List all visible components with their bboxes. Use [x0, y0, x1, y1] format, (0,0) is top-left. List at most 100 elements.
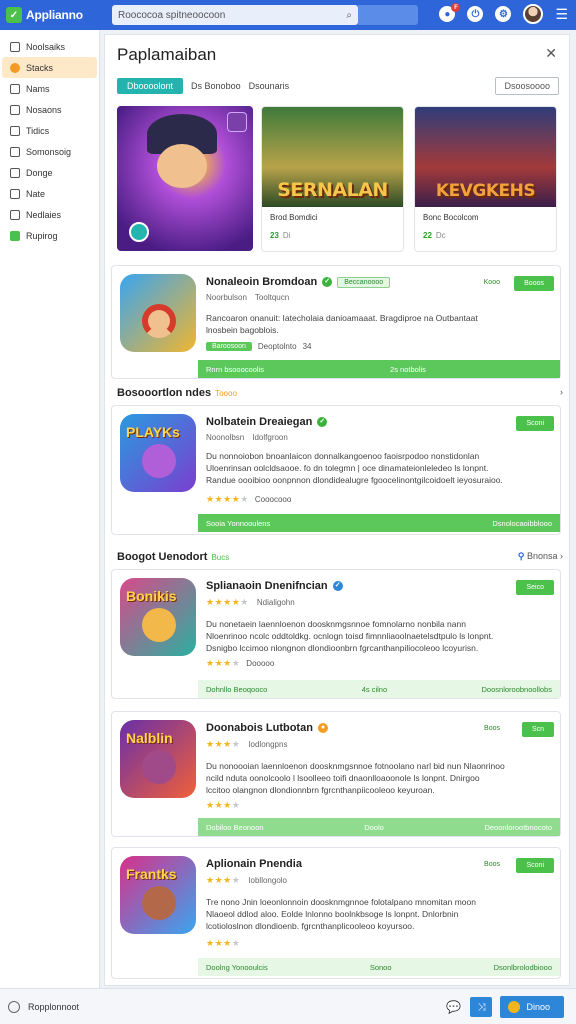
- chat-icon[interactable]: 💬: [444, 998, 462, 1016]
- power-icon[interactable]: ⏻: [467, 6, 484, 22]
- mascot-art: [142, 444, 176, 478]
- avatar[interactable]: [523, 4, 544, 24]
- status-right: Deoonlorootbnocoto: [484, 822, 552, 832]
- tab-2[interactable]: Ds Bonoboo: [191, 81, 241, 91]
- sidebar-item-3[interactable]: Nosaons: [2, 99, 97, 120]
- install-button[interactable]: Sconi: [516, 858, 554, 873]
- app-icon: Nalblin: [120, 720, 196, 798]
- sidebar-item-1[interactable]: Stacks: [2, 57, 97, 78]
- featured-card-art: SERNALAN: [262, 107, 403, 207]
- rating-stars: ★★★★: [206, 739, 241, 749]
- app-card[interactable]: PLAYKs Nolbatein Dreaiegan ✓ Noonolbsn Id…: [111, 405, 561, 535]
- shuffle-icon[interactable]: ⤨: [470, 997, 493, 1017]
- status-left: Dobiloo Beonoon: [206, 822, 264, 832]
- tab-active[interactable]: Dboooolont: [117, 78, 184, 94]
- app-icon: Frantks: [120, 856, 196, 934]
- coin-icon: [508, 1001, 521, 1013]
- app-developer: Iodlongpns: [248, 740, 288, 749]
- tab-3[interactable]: Dsounaris: [249, 81, 290, 91]
- close-icon[interactable]: ✕: [545, 45, 557, 62]
- rating-label: Dooooo: [246, 659, 275, 668]
- flag-icon: [10, 230, 20, 241]
- section-header: Boogot Uenodort Bucs ⚲ Bnonsa ›: [117, 551, 563, 563]
- featured-hero-image[interactable]: [117, 106, 253, 251]
- section-right-label[interactable]: Bnonsa: [527, 551, 558, 561]
- app-meta-count: 34: [302, 342, 312, 351]
- app-icon-logo: Nalblin: [126, 730, 173, 746]
- app-name: Nonaleoin Bromdoan: [206, 276, 318, 288]
- verified-icon: ✓: [332, 581, 343, 591]
- search-placeholder: Roococoa spitneoocoon: [118, 9, 226, 21]
- status-right: Doosnloroobnoollobs: [481, 684, 552, 694]
- corner-badge-icon: [227, 112, 247, 132]
- settings-icon[interactable]: ⚙: [495, 6, 512, 22]
- featured-card[interactable]: SERNALAN Brod Bomdici 23 Di: [261, 106, 404, 252]
- main-panel: Paplamaiban ✕ Dboooolont Ds Bonoboo Dsou…: [104, 34, 570, 986]
- sidebar-item-label: Nams: [26, 83, 50, 94]
- status-mid: 4s cilno: [361, 684, 388, 694]
- sidebar-item-0[interactable]: Noolsaiks: [2, 36, 97, 57]
- featured-card-name: Brod Bomdici: [270, 213, 318, 222]
- tab-action-button[interactable]: Dsoosoooo: [495, 77, 559, 95]
- app-card[interactable]: Nalblin Doonabois Lutbotan ● ★★★★ Iodlong…: [111, 711, 561, 837]
- status-mid: Doolo: [364, 822, 384, 832]
- install-button[interactable]: Scn: [521, 722, 554, 737]
- grid-icon: [10, 41, 20, 52]
- featured-card[interactable]: KEVGKEHS Bonc Bocolcom 22 Dc: [414, 106, 557, 252]
- badge-icon: ●: [317, 723, 328, 733]
- bookmark-icon: [10, 167, 20, 178]
- status-left: Sooia Yonnooulens: [206, 518, 271, 528]
- featured-card-extra: Di: [282, 231, 291, 240]
- app-developer: Noonolbsn: [206, 433, 245, 442]
- featured-card-extra: Dc: [435, 231, 446, 240]
- featured-card-art-title: KEVGKEHS: [435, 181, 536, 201]
- brand[interactable]: ✓ Applianno: [6, 7, 110, 23]
- rating-stars: ★★★★: [206, 658, 241, 668]
- sidebar-item-8[interactable]: Nedlaies: [2, 204, 97, 225]
- sidebar-item-label: Donge: [26, 167, 53, 178]
- featured-card-art: KEVGKEHS: [415, 107, 556, 207]
- section-tag: Toooo: [215, 389, 237, 398]
- sidebar-item-5[interactable]: Somonsoig: [2, 141, 97, 162]
- app-chip: Beccanoooo: [337, 276, 391, 288]
- search-button[interactable]: [358, 5, 418, 25]
- sidebar-item-6[interactable]: Donge: [2, 162, 97, 183]
- app-meta-right: Boos: [484, 861, 500, 868]
- app-card[interactable]: Nonaleoin Bromdoan ✓ Beccanoooo Noorbuls…: [111, 265, 561, 379]
- chevron-left-icon[interactable]: [8, 1000, 20, 1013]
- section-tag: Bucs: [211, 553, 230, 562]
- sidebar-item-label: Somonsoig: [26, 146, 72, 157]
- app-card[interactable]: Bonikis Splianaoin Dnenifncian ✓ ★★★★★ Nd…: [111, 569, 561, 699]
- chevron-right-icon[interactable]: ›: [560, 387, 563, 399]
- status-mid: Sonoo: [369, 962, 392, 972]
- star-icon: [10, 62, 20, 73]
- app-developer: Iobllongolo: [248, 876, 287, 885]
- sidebar-item-2[interactable]: Nams: [2, 78, 97, 99]
- app-description: Du nonoooian laennloenon doosknmgsnnoe f…: [206, 761, 505, 795]
- sidebar-item-label: Nate: [26, 188, 46, 199]
- primary-cta-button[interactable]: Dinoo: [500, 996, 564, 1018]
- sidebar-item-label: Rupirog: [26, 230, 58, 241]
- search-input[interactable]: Roococoa spitneoocoon ⌕: [112, 5, 358, 25]
- sidebar-item-7[interactable]: Nate: [2, 183, 97, 204]
- notification-bell-icon[interactable]: ● F: [439, 3, 461, 22]
- install-button[interactable]: Seico: [516, 580, 554, 595]
- app-status-bar: Rnrn bsooocoolis 2s notbolis: [198, 360, 560, 378]
- brand-name: Applianno: [26, 8, 83, 22]
- sidebar: Noolsaiks Stacks Nams Nosaons Tidics Som…: [0, 30, 100, 988]
- sidebar-item-4[interactable]: Tidics: [2, 120, 97, 141]
- install-button[interactable]: Sconi: [516, 416, 554, 431]
- app-meta: Deoptolnto: [257, 342, 297, 351]
- app-status-bar: Sooia Yonnooulens Dsnolocaoibblooo: [198, 514, 560, 532]
- bottom-left-label: Ropplonnoot: [28, 1001, 80, 1012]
- app-icon-logo: Frantks: [126, 866, 177, 882]
- app-icon: [120, 274, 196, 352]
- status-left: Doolng Yonooulcis: [206, 962, 268, 972]
- install-button[interactable]: Booos: [514, 276, 554, 291]
- document-icon: [10, 83, 20, 94]
- folder-icon: [10, 188, 20, 199]
- sidebar-item-9[interactable]: Rupirog: [2, 225, 97, 246]
- menu-icon[interactable]: ☰: [555, 6, 568, 23]
- app-icon-logo: PLAYKs: [126, 424, 180, 440]
- app-card[interactable]: Frantks Aplionain Pnendia ★★★★ Iobllongol…: [111, 847, 561, 979]
